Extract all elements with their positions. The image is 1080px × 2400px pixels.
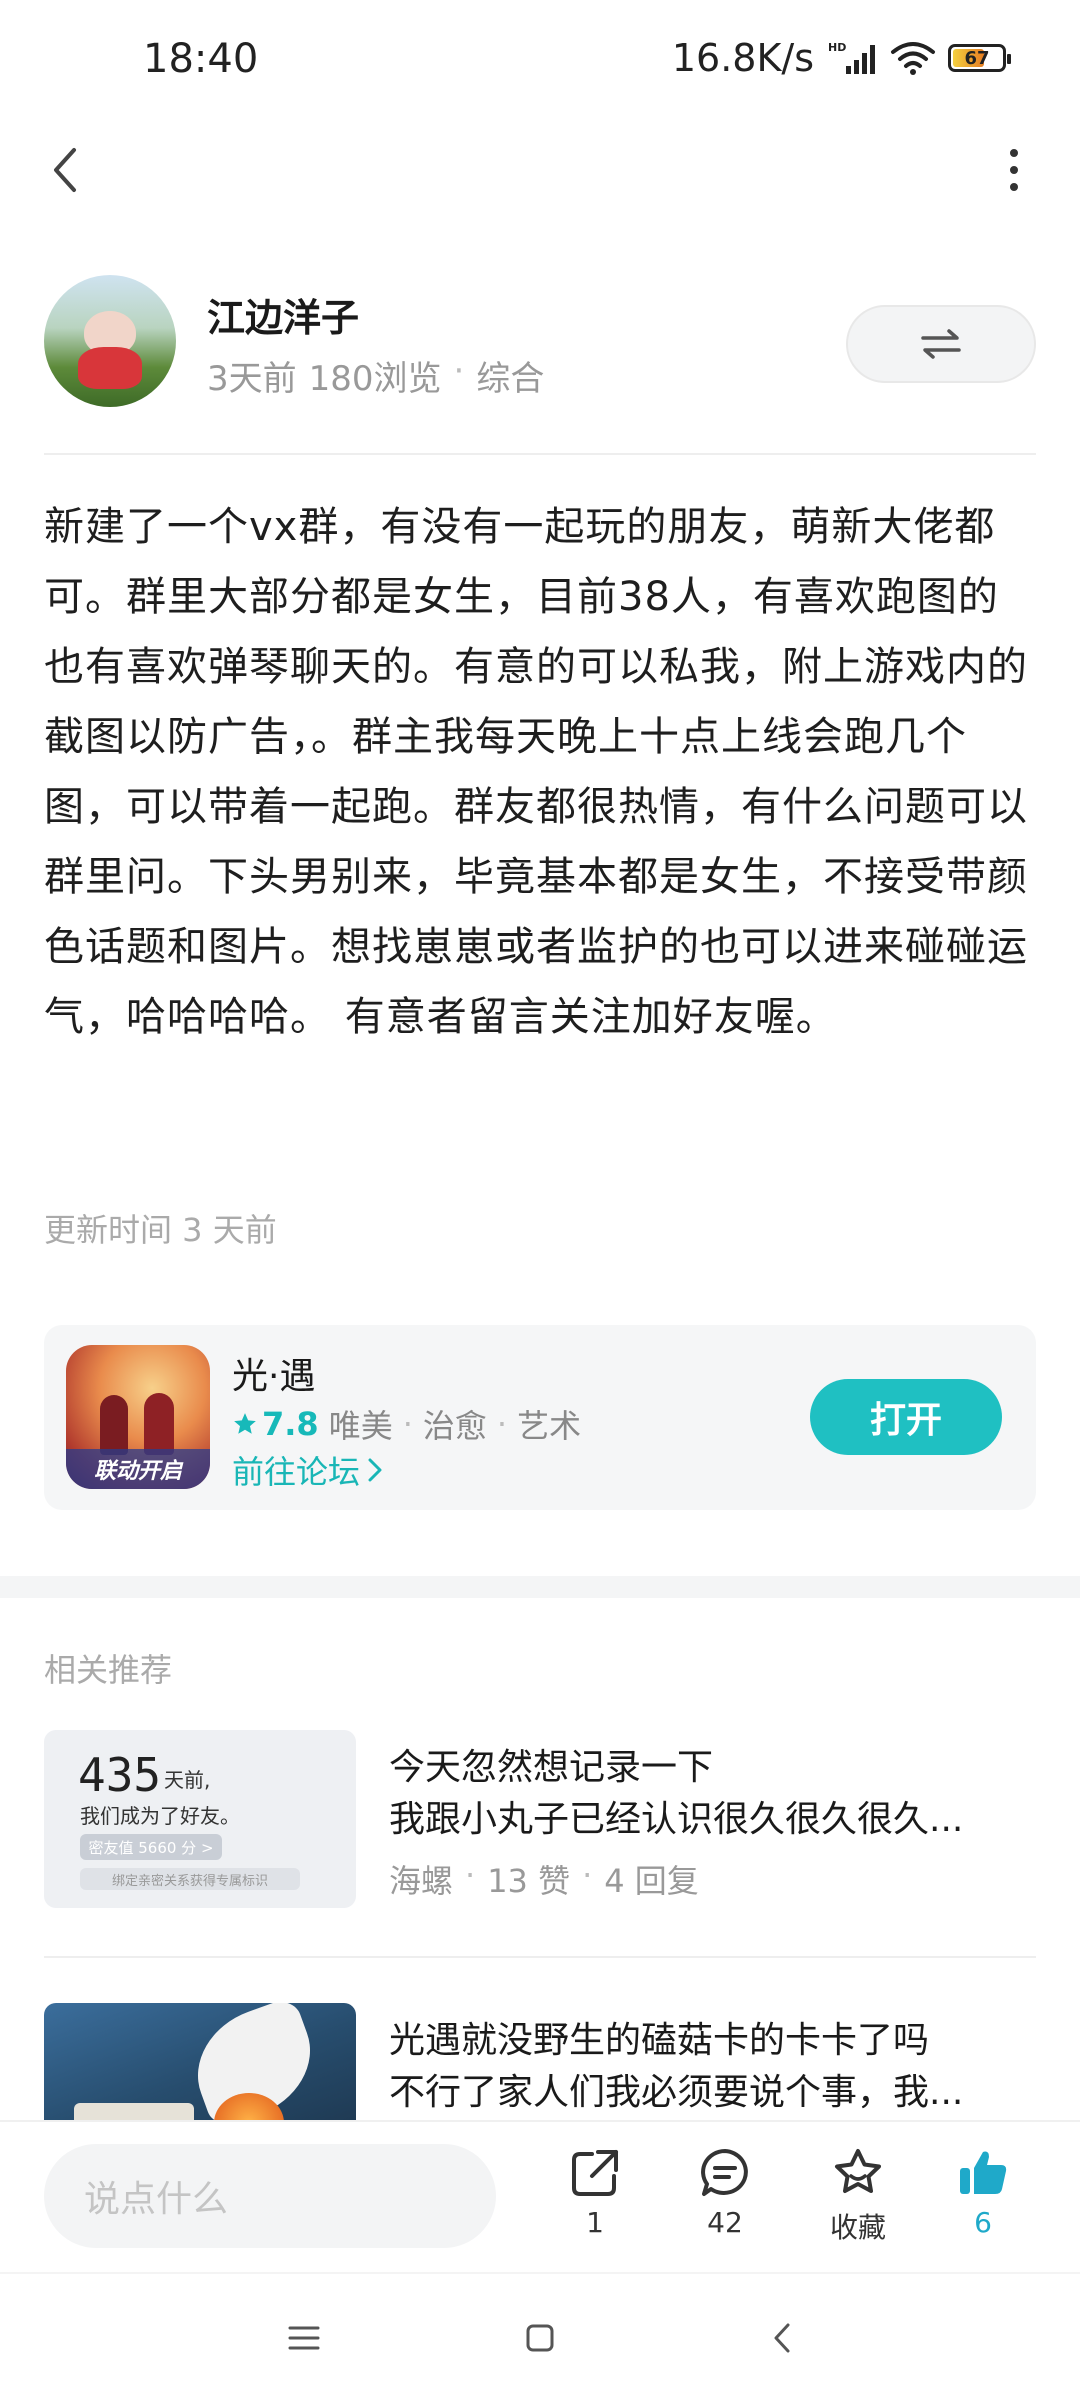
action-bar: 说点什么 1 42 收藏 6 — [0, 2120, 1080, 2270]
status-bar: 18:40 16.8K/s HD 67 — [0, 0, 1080, 120]
game-icon-tag: 联动开启 — [66, 1449, 210, 1489]
network-speed: 16.8K/s — [671, 36, 814, 80]
home-button[interactable] — [516, 2314, 564, 2362]
related-title-line: 我跟小丸子已经认识很久很久很久... — [389, 1799, 964, 1840]
star-icon — [234, 1413, 256, 1434]
wifi-icon — [890, 40, 936, 76]
star-outline-icon — [835, 2149, 881, 2193]
game-icon[interactable]: 联动开启 — [66, 1345, 210, 1489]
game-rating: 7.8 — [232, 1405, 319, 1443]
status-right: 16.8K/s HD 67 — [671, 36, 1011, 80]
related-title-line: 今天忽然想记录一下 — [389, 1747, 714, 1788]
thumb-pill: 密友值 5660 分 > — [80, 1834, 222, 1860]
avatar[interactable] — [44, 275, 176, 407]
related-item[interactable]: 435 天前, 我们成为了好友。 密友值 5660 分 > 绑定亲密关系获得专属… — [44, 1730, 1036, 1910]
switch-button[interactable] — [846, 305, 1036, 383]
game-meta: 7.8 唯美 · 治愈 · 艺术 — [232, 1401, 581, 1447]
game-tag: 艺术 — [517, 1407, 582, 1445]
hd-signal-icon: HD — [826, 40, 878, 76]
related-title: 相关推荐 — [44, 1651, 173, 1689]
section-separator — [0, 1576, 1080, 1598]
svg-text:HD: HD — [828, 41, 846, 54]
top-nav — [0, 120, 1080, 220]
favorite-button[interactable]: 收藏 — [803, 2146, 913, 2246]
forum-link-label: 前往论坛 — [232, 1453, 361, 1491]
post-meta: 3天前 180浏览 · 综合 — [207, 351, 544, 400]
related-author: 海螺 — [389, 1862, 454, 1900]
system-nav — [0, 2272, 1080, 2400]
open-game-button[interactable]: 打开 — [810, 1379, 1002, 1455]
menu-button[interactable] — [280, 2314, 328, 2362]
related-likes: 13 赞 — [487, 1862, 571, 1900]
swap-arrows-icon — [921, 329, 961, 359]
game-rating-value: 7.8 — [262, 1405, 319, 1443]
post-body: 新建了一个vx群，有没有一起玩的朋友，萌新大佬都可。群里大部分都是女生，目前38… — [44, 504, 1028, 1040]
like-button[interactable]: 6 — [928, 2146, 1038, 2239]
post-category[interactable]: 综合 — [476, 351, 544, 400]
thumbs-up-icon — [960, 2151, 1007, 2194]
author-header: 江边洋子 3天前 180浏览 · 综合 — [44, 275, 1036, 415]
comment-icon — [701, 2149, 748, 2196]
share-icon — [572, 2150, 618, 2196]
like-count: 6 — [974, 2206, 992, 2239]
thumb-text: 天前, — [164, 1768, 211, 1792]
update-time: 更新时间 3 天前 — [44, 1211, 277, 1249]
home-square-icon — [526, 2324, 554, 2352]
menu-icon — [288, 2326, 320, 2350]
post-time: 3天前 — [207, 359, 297, 399]
game-tag: 唯美 — [328, 1407, 393, 1445]
related-meta: 海螺 · 13 赞 · 4 回复 — [389, 1856, 699, 1900]
forum-link[interactable]: 前往论坛 — [232, 1447, 384, 1493]
back-button[interactable] — [36, 140, 96, 200]
game-card[interactable]: 联动开启 光·遇 7.8 唯美 · 治愈 · 艺术 前往论坛 打开 — [44, 1325, 1036, 1510]
share-count: 1 — [586, 2206, 604, 2239]
favorite-label: 收藏 — [829, 2211, 886, 2244]
thumb-text: 我们成为了好友。 — [80, 1804, 240, 1828]
related-replies: 4 回复 — [604, 1862, 699, 1900]
post-views: 180浏览 — [308, 359, 442, 399]
comment-input[interactable]: 说点什么 — [44, 2144, 496, 2248]
chevron-left-icon — [54, 148, 76, 192]
game-tag: 治愈 — [422, 1407, 487, 1445]
more-button[interactable] — [984, 140, 1044, 200]
author-name[interactable]: 江边洋子 — [207, 287, 359, 342]
status-time: 18:40 — [143, 36, 259, 82]
related-divider — [44, 1956, 1036, 1958]
share-button[interactable]: 1 — [540, 2146, 650, 2239]
thumb-big-number: 435 — [78, 1748, 162, 1802]
comment-count: 42 — [707, 2206, 743, 2239]
back-triangle-icon — [774, 2323, 790, 2353]
system-back-button[interactable] — [758, 2314, 806, 2362]
thumb-pill: 绑定亲密关系获得专属标识 — [80, 1868, 300, 1890]
comment-button[interactable]: 42 — [670, 2146, 780, 2239]
battery-icon: 67 — [948, 44, 1011, 72]
chevron-right-icon — [368, 1458, 382, 1482]
meta-separator: · — [453, 351, 465, 391]
related-title-line: 光遇就没野生的磕菇卡的卡卡了吗 — [389, 2020, 930, 2061]
battery-level: 67 — [964, 47, 990, 69]
related-title-line: 不行了家人们我必须要说个事，我... — [389, 2072, 964, 2113]
header-divider — [44, 453, 1036, 455]
related-thumbnail[interactable]: 435 天前, 我们成为了好友。 密友值 5660 分 > 绑定亲密关系获得专属… — [44, 1730, 356, 1908]
game-name: 光·遇 — [232, 1356, 316, 1397]
more-vertical-icon — [1010, 149, 1018, 157]
